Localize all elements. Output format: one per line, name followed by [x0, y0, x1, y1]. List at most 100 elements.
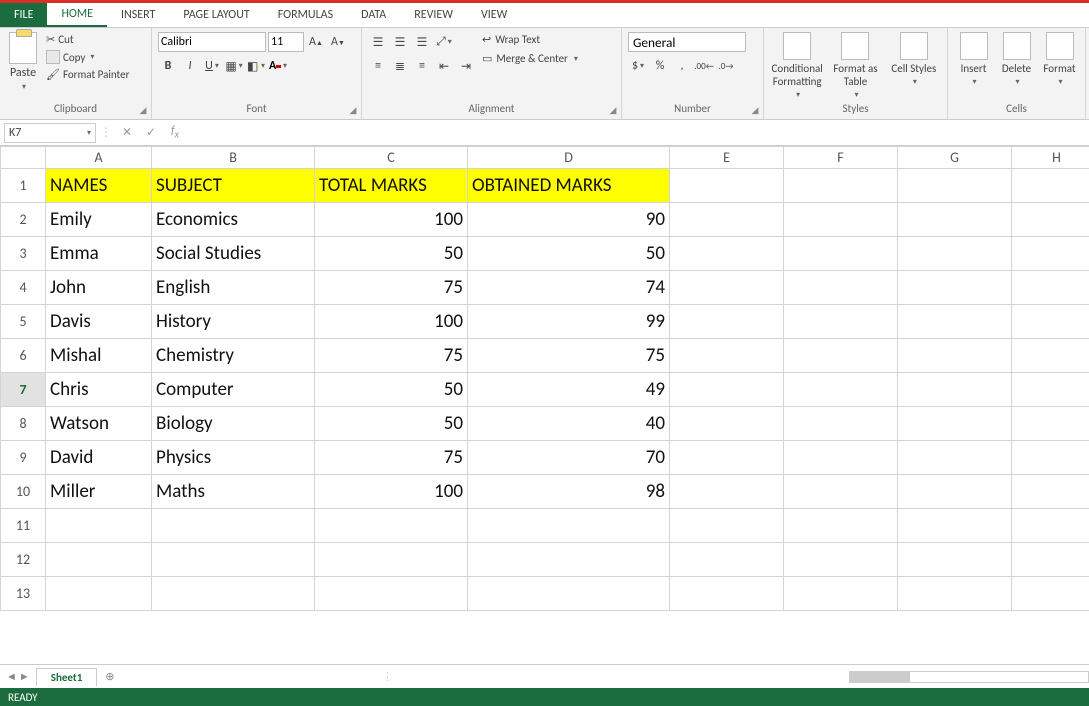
- paste-dropdown-icon[interactable]: ▾: [22, 82, 26, 92]
- align-bottom-button[interactable]: ☰: [412, 32, 432, 52]
- enter-formula-button[interactable]: ✓: [142, 124, 160, 142]
- cell[interactable]: Maths: [152, 475, 315, 509]
- cell[interactable]: [1012, 577, 1089, 611]
- col-header-G[interactable]: G: [898, 147, 1012, 169]
- format-as-table-button[interactable]: Format as Table▾: [828, 32, 882, 100]
- accounting-format-button[interactable]: $▾: [628, 56, 648, 76]
- italic-button[interactable]: I: [180, 56, 200, 76]
- add-sheet-button[interactable]: ⊕: [105, 670, 114, 683]
- cell[interactable]: English: [152, 271, 315, 305]
- row-header[interactable]: 1: [1, 169, 46, 203]
- row-header[interactable]: 11: [1, 509, 46, 543]
- row-header[interactable]: 6: [1, 339, 46, 373]
- font-name-select[interactable]: [158, 32, 266, 52]
- cell[interactable]: [898, 543, 1012, 577]
- cell[interactable]: 40: [468, 407, 670, 441]
- cell[interactable]: [898, 237, 1012, 271]
- cell[interactable]: Davis: [46, 305, 152, 339]
- cell[interactable]: [784, 169, 898, 203]
- col-header-B[interactable]: B: [152, 147, 315, 169]
- cell[interactable]: 70: [468, 441, 670, 475]
- cell[interactable]: [784, 305, 898, 339]
- formula-input[interactable]: [190, 123, 1083, 143]
- align-middle-button[interactable]: ☰: [390, 32, 410, 52]
- cell[interactable]: [670, 373, 784, 407]
- cell[interactable]: [46, 509, 152, 543]
- cell[interactable]: [898, 407, 1012, 441]
- cell[interactable]: 100: [315, 475, 468, 509]
- cell[interactable]: [898, 373, 1012, 407]
- cell[interactable]: [670, 509, 784, 543]
- cell[interactable]: 50: [315, 237, 468, 271]
- clipboard-dialog-launcher[interactable]: ◢: [137, 105, 149, 117]
- row-header[interactable]: 7: [1, 373, 46, 407]
- increase-decimal-button[interactable]: .00←: [694, 56, 714, 76]
- cell[interactable]: [784, 441, 898, 475]
- horizontal-scrollbar[interactable]: [849, 671, 1089, 683]
- row-header[interactable]: 5: [1, 305, 46, 339]
- cell[interactable]: [1012, 237, 1089, 271]
- cell[interactable]: [784, 339, 898, 373]
- cell[interactable]: 50: [315, 407, 468, 441]
- row-header[interactable]: 12: [1, 543, 46, 577]
- cell[interactable]: 49: [468, 373, 670, 407]
- paste-button[interactable]: Paste ▾: [6, 32, 40, 92]
- cell[interactable]: 100: [315, 203, 468, 237]
- row-header[interactable]: 10: [1, 475, 46, 509]
- cell[interactable]: [468, 509, 670, 543]
- cell[interactable]: Emma: [46, 237, 152, 271]
- row-header[interactable]: 13: [1, 577, 46, 611]
- col-header-F[interactable]: F: [784, 147, 898, 169]
- cell[interactable]: 75: [315, 441, 468, 475]
- tab-view[interactable]: VIEW: [467, 3, 521, 27]
- cell[interactable]: [784, 271, 898, 305]
- cell[interactable]: [898, 441, 1012, 475]
- row-header[interactable]: 9: [1, 441, 46, 475]
- cell[interactable]: [1012, 271, 1089, 305]
- scrollbar-thumb[interactable]: [850, 672, 910, 682]
- cell[interactable]: [670, 407, 784, 441]
- cell[interactable]: OBTAINED MARKS: [468, 169, 670, 203]
- number-format-select[interactable]: [628, 32, 746, 52]
- cell[interactable]: Chemistry: [152, 339, 315, 373]
- cell[interactable]: Physics: [152, 441, 315, 475]
- number-dialog-launcher[interactable]: ◢: [749, 105, 761, 117]
- cell[interactable]: [1012, 509, 1089, 543]
- tab-file[interactable]: FILE: [0, 3, 47, 27]
- name-box-dropdown-icon[interactable]: ▾: [87, 128, 91, 138]
- merge-center-button[interactable]: ▭Merge & Center▾: [480, 51, 580, 66]
- cell[interactable]: [46, 543, 152, 577]
- tab-data[interactable]: DATA: [347, 3, 400, 27]
- decrease-decimal-button[interactable]: .0→: [716, 56, 736, 76]
- cell[interactable]: [670, 339, 784, 373]
- delete-cells-button[interactable]: Delete▾: [997, 32, 1036, 87]
- cell-styles-button[interactable]: Cell Styles▾: [887, 32, 941, 87]
- cell[interactable]: [1012, 203, 1089, 237]
- cell[interactable]: 75: [468, 339, 670, 373]
- cell[interactable]: [670, 441, 784, 475]
- sheet-nav-prev[interactable]: ◄: [6, 670, 17, 683]
- cell[interactable]: [315, 509, 468, 543]
- cell[interactable]: [784, 203, 898, 237]
- cell[interactable]: [898, 339, 1012, 373]
- font-size-select[interactable]: [268, 32, 304, 52]
- borders-button[interactable]: ▦▾: [224, 56, 244, 76]
- cell[interactable]: [898, 305, 1012, 339]
- cell[interactable]: [784, 475, 898, 509]
- cell[interactable]: [670, 305, 784, 339]
- cell[interactable]: [898, 169, 1012, 203]
- decrease-indent-button[interactable]: ⇤: [434, 56, 454, 76]
- underline-button[interactable]: U▾: [202, 56, 222, 76]
- cell[interactable]: [670, 475, 784, 509]
- cell[interactable]: [898, 509, 1012, 543]
- align-center-button[interactable]: ≣: [390, 56, 410, 76]
- cell[interactable]: [1012, 475, 1089, 509]
- cell[interactable]: [670, 543, 784, 577]
- alignment-dialog-launcher[interactable]: ◢: [607, 105, 619, 117]
- select-all-corner[interactable]: [1, 147, 46, 169]
- cell[interactable]: NAMES: [46, 169, 152, 203]
- cell[interactable]: Mishal: [46, 339, 152, 373]
- tab-insert[interactable]: INSERT: [107, 3, 169, 27]
- cell[interactable]: [898, 271, 1012, 305]
- cell[interactable]: [784, 543, 898, 577]
